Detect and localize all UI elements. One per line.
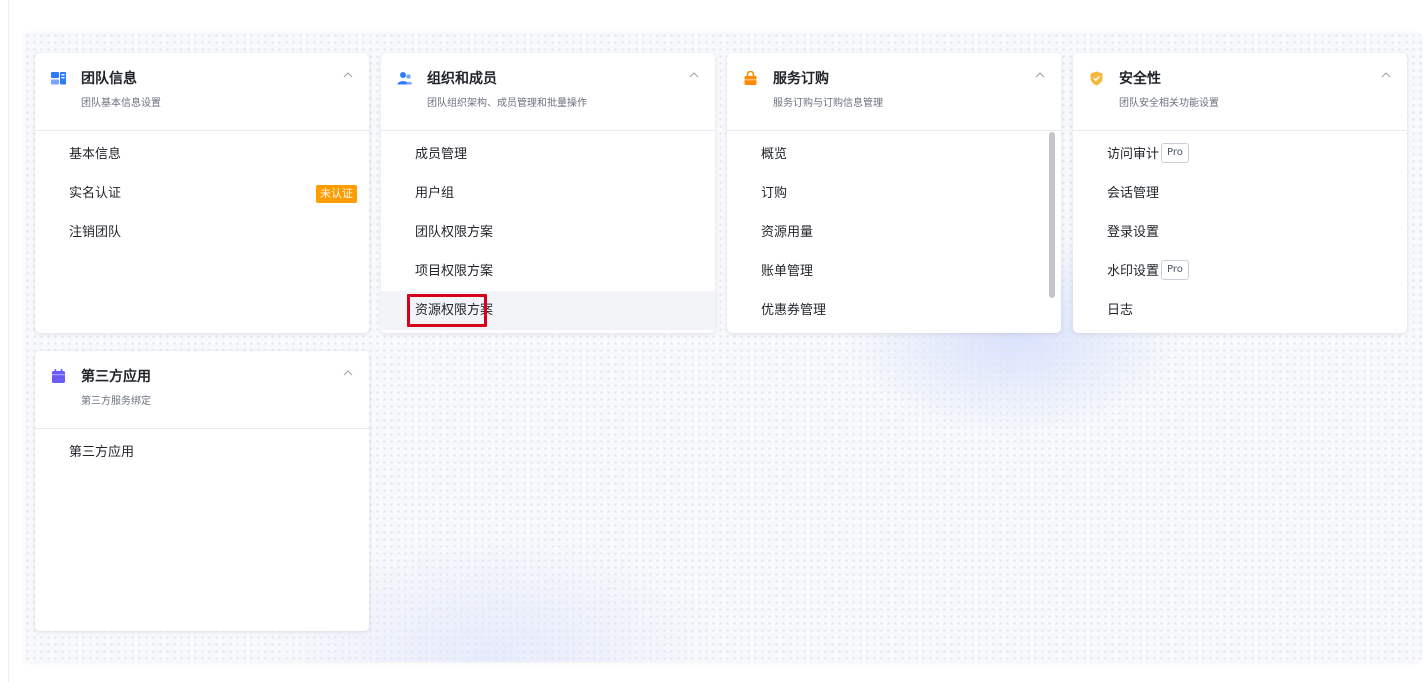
menu-item-basic-info[interactable]: 基本信息 xyxy=(35,135,369,174)
menu-item-label: 水印设置 xyxy=(1107,264,1160,279)
card-title: 组织和成员 xyxy=(427,71,497,87)
card-service-purchase: 服务订购 服务订购与订购信息管理 概览 订购 资源用量 账单管理 优惠券管理 xyxy=(727,53,1061,333)
menu-item-label: 基本信息 xyxy=(69,147,122,162)
menu-item-third-party-apps[interactable]: 第三方应用 xyxy=(35,433,369,472)
card-subtitle: 团队组织架构、成员管理和批量操作 xyxy=(427,98,587,109)
menu-item-access-audit[interactable]: 访问审计 Pro xyxy=(1073,135,1407,174)
menu-item-label: 资源用量 xyxy=(761,225,814,240)
menu-item-member-management[interactable]: 成员管理 xyxy=(381,135,715,174)
pro-tag: Pro xyxy=(1161,260,1189,280)
menu-item-login-settings[interactable]: 登录设置 xyxy=(1073,213,1407,252)
menu-item-purchase[interactable]: 订购 xyxy=(727,174,1061,213)
shopping-bag-icon xyxy=(744,71,757,85)
card-subtitle: 团队安全相关功能设置 xyxy=(1119,98,1219,109)
menu-item-team-permission-scheme[interactable]: 团队权限方案 xyxy=(381,213,715,252)
menu-item-user-groups[interactable]: 用户组 xyxy=(381,174,715,213)
card-header[interactable]: 组织和成员 团队组织架构、成员管理和批量操作 xyxy=(381,53,715,131)
menu-item-billing[interactable]: 账单管理 xyxy=(727,252,1061,291)
shield-icon xyxy=(1090,71,1103,86)
card-title: 安全性 xyxy=(1119,71,1161,87)
unverified-badge: 未认证 xyxy=(316,185,357,203)
card-third-party-apps: 第三方应用 第三方服务绑定 第三方应用 xyxy=(35,351,369,631)
menu-item-label: 优惠券管理 xyxy=(761,303,827,318)
card-subtitle: 服务订购与订购信息管理 xyxy=(773,98,883,109)
menu-item-label: 成员管理 xyxy=(415,147,468,162)
menu-item-label: 访问审计 xyxy=(1107,147,1160,162)
menu-item-logs[interactable]: 日志 xyxy=(1073,291,1407,330)
card-header[interactable]: 安全性 团队安全相关功能设置 xyxy=(1073,53,1407,131)
menu-item-label: 概览 xyxy=(761,147,788,162)
card-header[interactable]: 团队信息 团队基本信息设置 xyxy=(35,53,369,131)
card-title: 服务订购 xyxy=(773,71,829,87)
chevron-up-icon[interactable] xyxy=(689,71,699,79)
menu-item-label: 订购 xyxy=(761,186,788,201)
page-left-border xyxy=(8,0,9,682)
menu-item-label: 第三方应用 xyxy=(69,445,135,460)
menu-item-label: 日志 xyxy=(1107,303,1134,318)
settings-panel: 团队信息 团队基本信息设置 基本信息 实名认证 未认证 注销团队 组织和成员 团队… xyxy=(24,32,1422,662)
chevron-up-icon[interactable] xyxy=(343,71,353,79)
members-icon xyxy=(397,72,412,85)
card-team-info: 团队信息 团队基本信息设置 基本信息 实名认证 未认证 注销团队 xyxy=(35,53,369,333)
menu-item-label: 会话管理 xyxy=(1107,186,1160,201)
pro-tag: Pro xyxy=(1161,143,1189,163)
menu-item-resource-permission-scheme[interactable]: 资源权限方案 xyxy=(381,291,715,330)
chevron-up-icon[interactable] xyxy=(1035,71,1045,79)
menu-item-real-name-auth[interactable]: 实名认证 未认证 xyxy=(35,174,369,213)
menu-item-label: 登录设置 xyxy=(1107,225,1160,240)
card-security: 安全性 团队安全相关功能设置 访问审计 Pro 会话管理 登录设置 水印设置 Pro… xyxy=(1073,53,1407,333)
menu-item-label: 团队权限方案 xyxy=(415,225,494,240)
scrollbar-thumb[interactable] xyxy=(1049,132,1055,298)
calendar-app-icon xyxy=(52,369,65,383)
chevron-up-icon[interactable] xyxy=(1381,71,1391,79)
menu-item-cancel-team[interactable]: 注销团队 xyxy=(35,213,369,252)
highlight-box xyxy=(407,294,487,327)
menu-item-label: 账单管理 xyxy=(761,264,814,279)
menu-item-project-permission-scheme[interactable]: 项目权限方案 xyxy=(381,252,715,291)
menu-item-label: 用户组 xyxy=(415,186,455,201)
menu-item-session-management[interactable]: 会话管理 xyxy=(1073,174,1407,213)
menu-item-watermark-settings[interactable]: 水印设置 Pro xyxy=(1073,252,1407,291)
menu-item-label: 注销团队 xyxy=(69,225,122,240)
menu-item-coupons[interactable]: 优惠券管理 xyxy=(727,291,1061,330)
menu-item-label: 实名认证 xyxy=(69,186,122,201)
chevron-up-icon[interactable] xyxy=(343,369,353,377)
card-title: 第三方应用 xyxy=(81,369,151,385)
team-info-icon xyxy=(51,72,66,85)
card-title: 团队信息 xyxy=(81,71,137,87)
card-org-members: 组织和成员 团队组织架构、成员管理和批量操作 成员管理 用户组 团队权限方案 项… xyxy=(381,53,715,333)
card-subtitle: 第三方服务绑定 xyxy=(81,396,151,407)
menu-item-resource-usage[interactable]: 资源用量 xyxy=(727,213,1061,252)
card-header[interactable]: 服务订购 服务订购与订购信息管理 xyxy=(727,53,1061,131)
menu-item-label: 项目权限方案 xyxy=(415,264,494,279)
card-subtitle: 团队基本信息设置 xyxy=(81,98,161,109)
menu-item-overview[interactable]: 概览 xyxy=(727,135,1061,174)
card-header[interactable]: 第三方应用 第三方服务绑定 xyxy=(35,351,369,429)
